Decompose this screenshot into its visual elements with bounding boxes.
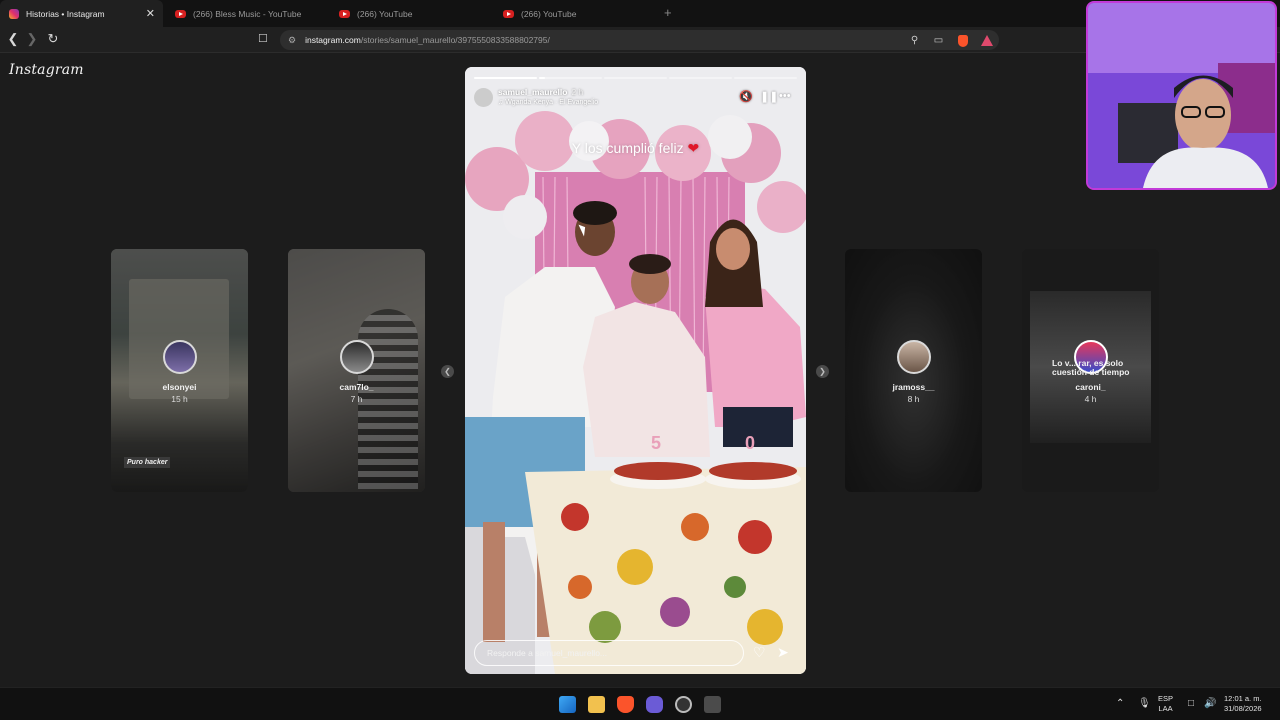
tab-instagram[interactable]: Historias • Instagram ✕ bbox=[0, 0, 163, 27]
story-username: caroni_ bbox=[1075, 382, 1106, 392]
story-sticker: Puro hacker bbox=[124, 457, 171, 468]
tab-youtube-3[interactable]: (266) YouTube bbox=[494, 0, 658, 27]
url-host: instagram.com bbox=[305, 35, 361, 45]
address-bar[interactable]: ⚙ instagram.com/stories/samuel_maurello/… bbox=[280, 30, 999, 50]
story-username: elsonyei bbox=[162, 382, 197, 392]
tab-title: (266) Bless Music - YouTube bbox=[193, 8, 302, 19]
bookmark-icon[interactable]: ☐ bbox=[258, 32, 268, 45]
reload-icon[interactable]: ↻ bbox=[45, 31, 61, 47]
story-time: 2 h bbox=[571, 87, 584, 97]
language-code: ESP bbox=[1158, 694, 1174, 703]
progress-segment bbox=[734, 77, 797, 79]
windows-start-icon[interactable] bbox=[559, 696, 576, 713]
new-tab-button[interactable]: + bbox=[664, 5, 672, 20]
url-path: /stories/samuel_maurello/397555083358880… bbox=[360, 35, 550, 45]
story-music[interactable]: ♫ Wganda Kenya · El Evangelio bbox=[498, 99, 598, 106]
next-story-button[interactable]: ❯ bbox=[816, 365, 829, 378]
network-icon[interactable]: □ bbox=[1188, 698, 1194, 709]
brave-browser-icon[interactable] bbox=[617, 696, 634, 713]
story-reply-bar: ♡ ➤ bbox=[474, 640, 797, 666]
webcam-feed bbox=[1088, 3, 1275, 188]
more-options-icon[interactable]: ••• bbox=[779, 90, 791, 102]
tab-youtube-bless[interactable]: (266) Bless Music - YouTube bbox=[166, 0, 330, 27]
clock-date: 31/08/2026 bbox=[1224, 704, 1262, 713]
file-explorer-icon[interactable] bbox=[588, 696, 605, 713]
zoom-icon[interactable]: ⚲ bbox=[908, 34, 921, 47]
app-icon[interactable] bbox=[704, 696, 721, 713]
youtube-icon bbox=[175, 9, 186, 18]
previous-story-button[interactable]: ❮ bbox=[441, 365, 454, 378]
clock[interactable]: 12:01 a. m. 31/08/2026 bbox=[1224, 694, 1262, 714]
like-heart-icon[interactable]: ♡ bbox=[753, 644, 766, 661]
progress-segment bbox=[669, 77, 732, 79]
keyboard-layout: LAA bbox=[1158, 704, 1173, 713]
mute-icon[interactable]: 🔇 bbox=[739, 90, 753, 103]
story-time: 4 h bbox=[1084, 394, 1097, 404]
windows-taskbar: ⌃ 🎙 ESP LAA □ 🔊 12:01 a. m. 31/08/2026 bbox=[0, 687, 1280, 720]
youtube-icon bbox=[339, 9, 350, 18]
story-time: 8 h bbox=[907, 394, 920, 404]
story-author[interactable]: samuel_maurello 2 h bbox=[498, 87, 583, 97]
youtube-icon bbox=[503, 9, 514, 18]
heart-emoji-icon: ❤ bbox=[687, 140, 700, 156]
story-preview-elsonyei[interactable]: elsonyei 15 h Puro hacker bbox=[111, 249, 248, 492]
tray-overflow-icon[interactable]: ⌃ bbox=[1116, 698, 1124, 709]
story-time: 15 h bbox=[171, 394, 188, 404]
story-preview-cam7lo[interactable]: cam7lo_ 7 h bbox=[288, 249, 425, 492]
instagram-logo[interactable]: Instagram bbox=[9, 62, 84, 78]
story-overlay-text: Lo v... rar, es solo cuestión de tiempo bbox=[1052, 358, 1130, 377]
pause-icon[interactable]: ❚❚ bbox=[760, 90, 778, 103]
share-send-icon[interactable]: ➤ bbox=[777, 644, 789, 661]
story-time: 7 h bbox=[350, 394, 363, 404]
brave-rewards-icon[interactable] bbox=[980, 34, 993, 47]
progress-segment bbox=[604, 77, 667, 79]
back-icon[interactable]: ❮ bbox=[5, 31, 21, 47]
avatar bbox=[896, 340, 931, 374]
story-header: samuel_maurello 2 h ♫ Wganda Kenya · El E… bbox=[474, 86, 797, 110]
story-author-avatar[interactable] bbox=[474, 88, 493, 107]
story-photo: 5 0 bbox=[465, 67, 806, 674]
progress-segment bbox=[539, 77, 602, 79]
microphone-icon[interactable]: 🎙 bbox=[1138, 698, 1151, 709]
story-progress bbox=[474, 77, 797, 79]
forward-icon[interactable]: ❯ bbox=[24, 31, 40, 47]
story-username: cam7lo_ bbox=[339, 382, 374, 392]
obs-icon[interactable] bbox=[675, 696, 692, 713]
story-viewer[interactable]: 5 0 samuel_maurello 2 h ♫ Wganda Kenya · … bbox=[465, 67, 806, 674]
story-author-name[interactable]: samuel_maurello bbox=[498, 87, 567, 97]
volume-icon[interactable]: 🔊 bbox=[1204, 698, 1216, 709]
avatar bbox=[162, 340, 197, 374]
brave-shields-icon[interactable] bbox=[956, 34, 969, 47]
svg-text:5: 5 bbox=[651, 433, 661, 453]
language-indicator[interactable]: ESP LAA bbox=[1158, 694, 1173, 714]
tab-title: Historias • Instagram bbox=[26, 8, 105, 19]
story-preview-jramoss[interactable]: jramoss__ 8 h bbox=[845, 249, 982, 492]
tab-title: (266) YouTube bbox=[521, 8, 577, 19]
address-bar-actions: ⚲ ▭ bbox=[908, 34, 993, 47]
cast-icon[interactable]: ▭ bbox=[932, 34, 945, 47]
webcam-overlay bbox=[1086, 1, 1277, 190]
progress-segment bbox=[474, 77, 537, 79]
story-caption: Y los cumplió feliz ❤ bbox=[465, 140, 806, 157]
tab-title: (266) YouTube bbox=[357, 8, 413, 19]
avatar bbox=[339, 340, 374, 374]
site-settings-icon[interactable]: ⚙ bbox=[288, 35, 296, 46]
reply-input[interactable] bbox=[474, 640, 744, 666]
tab-youtube-2[interactable]: (266) YouTube bbox=[330, 0, 494, 27]
svg-text:0: 0 bbox=[745, 433, 755, 453]
story-username: jramoss__ bbox=[892, 382, 935, 392]
clock-time: 12:01 a. m. bbox=[1224, 694, 1262, 703]
close-tab-icon[interactable]: ✕ bbox=[146, 7, 155, 20]
story-preview-caroni[interactable]: Lo v... rar, es solo cuestión de tiempo … bbox=[1022, 249, 1159, 492]
instagram-icon bbox=[9, 8, 19, 19]
story-music-title: Wganda Kenya · El Evangelio bbox=[505, 99, 599, 106]
story-caption-text: Y los cumplió feliz bbox=[571, 140, 684, 156]
game-controller-icon[interactable] bbox=[646, 696, 663, 713]
